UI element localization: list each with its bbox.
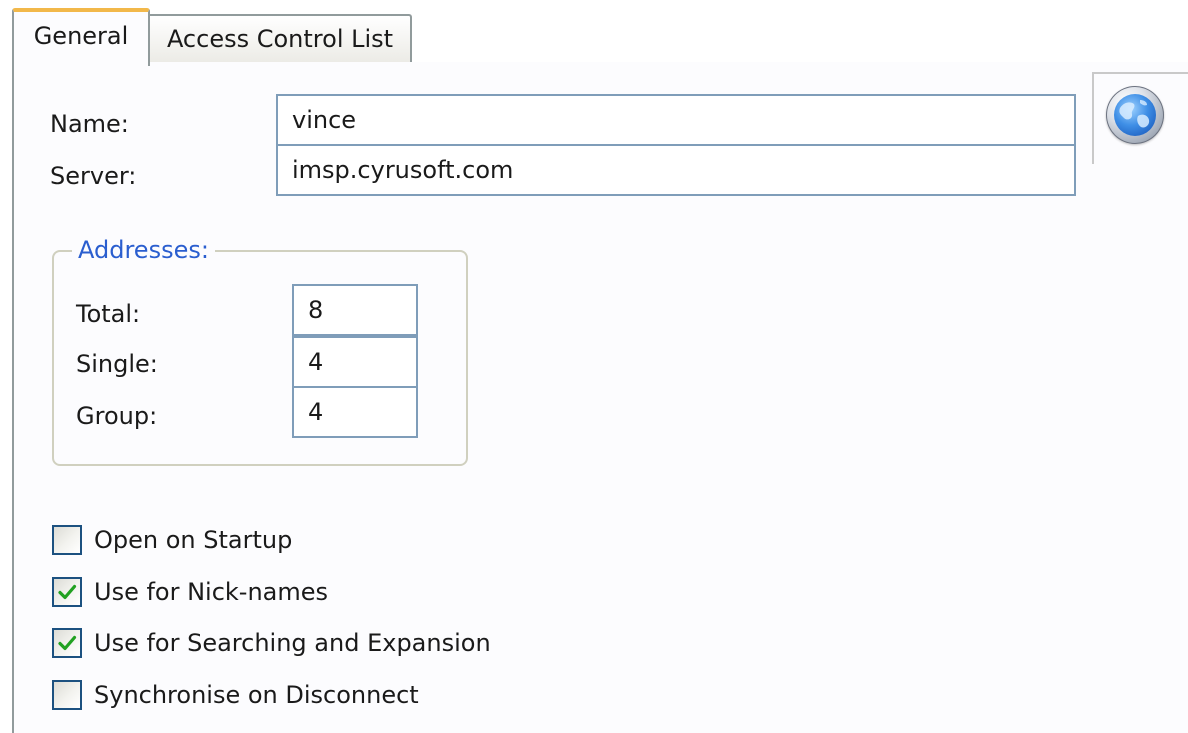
total-field[interactable]: 8 [292,284,418,336]
server-field[interactable]: imsp.cyrusoft.com [276,144,1076,196]
name-field[interactable]: vince [276,94,1076,146]
open-on-startup-label: Open on Startup [94,526,293,554]
total-label: Total: [76,300,141,328]
open-on-startup-option[interactable]: Open on Startup [52,524,292,556]
open-on-startup-checkbox[interactable] [52,525,82,555]
checkmark-icon [58,635,77,651]
synchronise-on-disconnect-checkbox[interactable] [52,680,82,710]
tab-general[interactable]: General [12,8,150,66]
synchronise-on-disconnect-option[interactable]: Synchronise on Disconnect [52,679,419,711]
globe-icon [1106,86,1164,144]
synchronise-on-disconnect-label: Synchronise on Disconnect [94,681,419,709]
checkmark-icon [58,584,77,600]
server-label: Server: [50,162,137,190]
use-for-nicknames-label: Use for Nick-names [94,578,329,606]
use-for-searching-checkbox[interactable] [52,628,82,658]
single-field[interactable]: 4 [292,336,418,388]
tab-general-label: General [33,22,129,50]
name-label: Name: [50,110,129,138]
single-label: Single: [76,350,158,378]
use-for-nicknames-checkbox[interactable] [52,577,82,607]
group-field[interactable]: 4 [292,386,418,438]
addresses-legend: Addresses: [72,238,215,262]
use-for-nicknames-option[interactable]: Use for Nick-names [52,576,328,608]
tab-access-control-list-label: Access Control List [166,25,394,53]
tab-strip: General Access Control List [0,0,1188,66]
address-book-icon-frame [1092,72,1188,164]
group-label: Group: [76,402,158,430]
use-for-searching-label: Use for Searching and Expansion [94,629,491,657]
tab-access-control-list[interactable]: Access Control List [150,14,412,62]
use-for-searching-option[interactable]: Use for Searching and Expansion [52,627,491,659]
